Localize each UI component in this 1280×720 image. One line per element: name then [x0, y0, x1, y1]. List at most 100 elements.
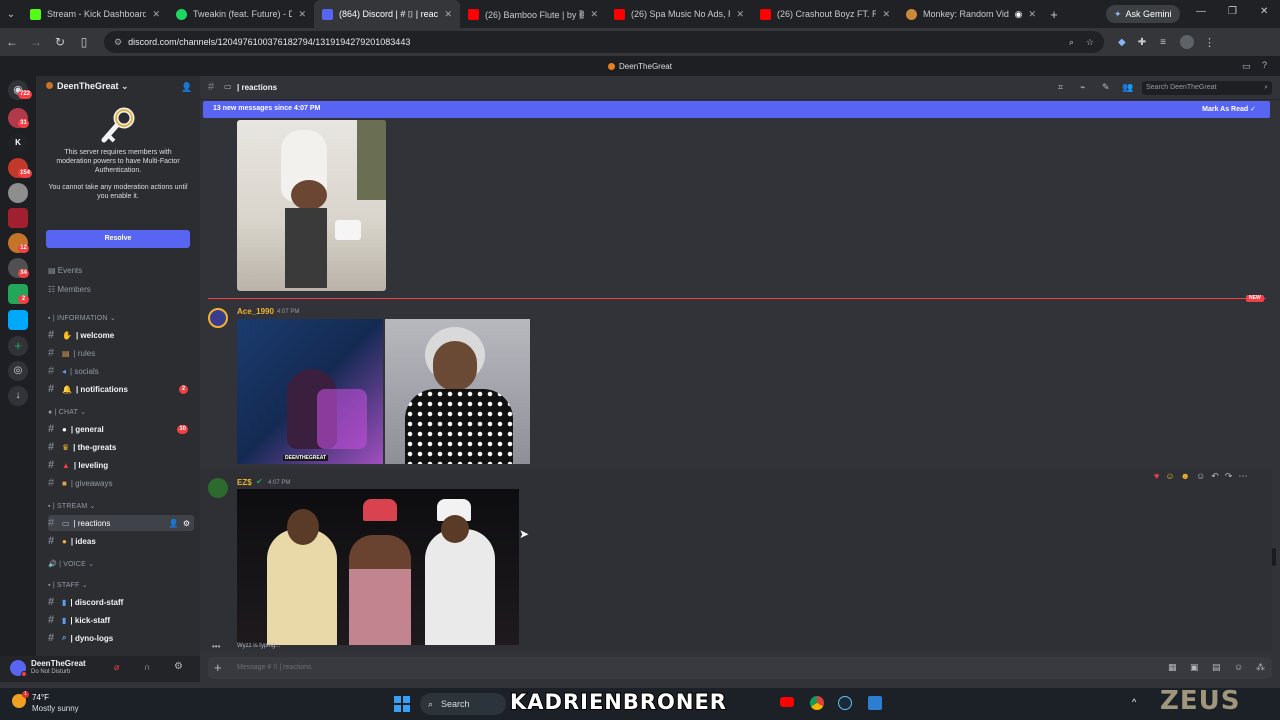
more-options-icon[interactable]: ⋯	[1238, 471, 1247, 482]
close-tab-icon[interactable]: ✕	[882, 9, 890, 20]
taskbar-search[interactable]: ⌕ Search	[420, 693, 506, 715]
chrome-taskbar-icon[interactable]	[810, 696, 824, 710]
close-tab-icon[interactable]: ✕	[152, 9, 160, 20]
reply-icon[interactable]: ↶	[1211, 471, 1219, 482]
resolve-button[interactable]: Resolve	[46, 230, 190, 248]
media-icon[interactable]: ≡	[1160, 37, 1166, 48]
server-icon[interactable]	[8, 310, 28, 330]
avatar[interactable]	[208, 478, 228, 498]
start-button[interactable]	[394, 696, 410, 712]
avatar[interactable]	[208, 308, 228, 328]
inbox-icon[interactable]: ▭	[1242, 61, 1251, 72]
category-voice[interactable]: 🔊 | VOICE ⌄	[48, 560, 94, 568]
maximize-icon[interactable]: ❐	[1228, 6, 1237, 17]
channel-welcome[interactable]: # ✋ | welcome	[48, 327, 194, 343]
browser-menu-icon[interactable]: ⋮	[1204, 36, 1215, 49]
members-link[interactable]: ☷ Members	[48, 285, 91, 294]
channel-discord-staff[interactable]: # ▮ | discord-staff	[48, 594, 194, 610]
channel-ideas[interactable]: # ● | ideas	[48, 533, 194, 549]
tray-chevron-icon[interactable]: ^	[1132, 697, 1136, 707]
category-stream[interactable]: ▪ | STREAM ⌄	[48, 502, 96, 510]
server-icon[interactable]	[8, 183, 28, 203]
channel-socials[interactable]: # ◂ | socials	[48, 363, 194, 379]
events-link[interactable]: ▤ Events	[48, 266, 82, 275]
channel-rules[interactable]: # ▤ | rules	[48, 345, 194, 361]
forward-icon[interactable]: ↷	[1225, 471, 1233, 482]
help-icon[interactable]: ?	[1262, 60, 1267, 70]
gift-icon[interactable]: ▦	[1168, 662, 1177, 673]
emoji-icon[interactable]: ☺	[1234, 662, 1243, 672]
browser-tab-active[interactable]: (864) Discord | # ⌷ | reacti ✕	[314, 0, 460, 28]
server-name-button[interactable]: DeenTheGreat ⌄	[46, 81, 129, 92]
search-box[interactable]: Search DeenTheGreat ⌕	[1142, 81, 1272, 95]
heart-reaction-icon[interactable]: ♥	[1154, 471, 1159, 481]
message-image[interactable]	[237, 489, 519, 645]
new-messages-bar[interactable]: 13 new messages since 4:07 PM Mark As Re…	[203, 101, 1270, 118]
add-reaction-icon[interactable]: ☺	[1196, 471, 1205, 481]
channel-the-greats[interactable]: # ♛ | the-greats	[48, 439, 194, 455]
close-window-icon[interactable]: ✕	[1260, 6, 1268, 17]
minimize-icon[interactable]: —	[1196, 6, 1206, 17]
close-tab-icon[interactable]: ✕	[590, 9, 598, 20]
threads-icon[interactable]: ⌗	[1058, 82, 1063, 93]
channel-kick-staff[interactable]: # ▮ | kick-staff	[48, 612, 194, 628]
message-author[interactable]: EZ$	[237, 478, 252, 487]
channel-giveaways[interactable]: # ■ | giveaways	[48, 475, 194, 491]
ask-gemini-button[interactable]: ✦ Ask Gemini	[1106, 5, 1180, 23]
notification-settings-icon[interactable]: ⌁	[1080, 82, 1085, 93]
steam-taskbar-icon[interactable]	[838, 696, 852, 710]
mute-mic-icon[interactable]: ⌀	[114, 662, 119, 673]
mark-as-read-button[interactable]: Mark As Read ✓	[1202, 105, 1256, 113]
attach-plus-icon[interactable]: +	[214, 660, 222, 675]
server-icon[interactable]	[8, 208, 28, 228]
category-information[interactable]: ▪ | INFORMATION ⌄	[48, 314, 116, 322]
channel-notifications[interactable]: # 🔔 | notifications 2	[48, 381, 194, 397]
channel-reactions[interactable]: # ▭ | reactions 👤 ⚙	[48, 515, 194, 531]
scrollbar[interactable]	[1272, 548, 1276, 566]
category-chat[interactable]: ● | CHAT ⌄	[48, 408, 86, 416]
close-tab-icon[interactable]: ✕	[444, 9, 452, 20]
message-image[interactable]: DEENTHEGREAT	[237, 319, 383, 464]
message-image[interactable]	[385, 319, 530, 464]
headphones-icon[interactable]: ∩	[144, 662, 150, 672]
app-taskbar-icon[interactable]	[868, 696, 882, 710]
gear-icon[interactable]: ⚙	[183, 519, 190, 528]
download-icon[interactable]: ↓	[8, 386, 28, 406]
laugh-reaction-icon[interactable]: ☻	[1181, 471, 1190, 481]
add-member-icon[interactable]: 👤	[181, 82, 192, 93]
close-tab-icon[interactable]: ✕	[1028, 9, 1036, 20]
message-input[interactable]: Message # ⌷ | reactions	[237, 664, 312, 672]
extensions-puzzle-icon[interactable]: ✚	[1138, 37, 1146, 48]
member-list-icon[interactable]: 👥	[1122, 82, 1133, 93]
url-field[interactable]: ⚙ discord.com/channels/12049761003761827…	[104, 31, 1104, 53]
username[interactable]: DeenTheGreat	[31, 659, 86, 668]
category-staff[interactable]: ▪ | STAFF ⌄	[48, 581, 88, 589]
channel-general[interactable]: # ● | general 10	[48, 421, 194, 437]
close-tab-icon[interactable]: ✕	[298, 9, 306, 20]
browser-tab[interactable]: Monkey: Random Video◉✕	[898, 0, 1044, 28]
invite-icon[interactable]: 👤	[169, 519, 179, 528]
browser-tab[interactable]: (26) Crashout Boyz FT. Rafly✕	[752, 0, 898, 28]
message-author[interactable]: Ace_1990	[237, 307, 274, 316]
discover-icon[interactable]: ◎	[8, 361, 28, 381]
forward-icon[interactable]: →	[24, 35, 48, 49]
message-image[interactable]	[237, 120, 386, 291]
settings-gear-icon[interactable]: ⚙	[174, 661, 183, 672]
browser-tab[interactable]: (26) Bamboo Flute | by 聽も✕	[460, 0, 606, 28]
channel-dyno-logs[interactable]: # ⌕ | dyno-logs	[48, 630, 194, 646]
browser-tab[interactable]: (26) Spa Music No Ads, Rela✕	[606, 0, 752, 28]
message-composer[interactable]: + Message # ⌷ | reactions ▦ ▣ ▤ ☺ ⁂	[208, 657, 1272, 679]
apps-icon[interactable]: ⁂	[1256, 662, 1265, 673]
sidebar-toggle-icon[interactable]: ▯	[72, 35, 96, 49]
channel-leveling[interactable]: # ▲ | leveling	[48, 457, 194, 473]
site-info-icon[interactable]: ⚙	[114, 37, 122, 48]
close-tab-icon[interactable]: ✕	[736, 9, 744, 20]
reload-icon[interactable]: ↻	[48, 35, 72, 49]
tab-list-icon[interactable]: ⌄	[0, 9, 22, 20]
youtube-taskbar-icon[interactable]	[780, 697, 794, 707]
new-tab-icon[interactable]: +	[1044, 7, 1064, 22]
sticker-icon[interactable]: ▤	[1212, 662, 1221, 673]
back-icon[interactable]: ←	[0, 35, 24, 49]
add-server-icon[interactable]: +	[8, 336, 28, 356]
browser-tab[interactable]: Tweakin (feat. Future) - Doe✕	[168, 0, 314, 28]
